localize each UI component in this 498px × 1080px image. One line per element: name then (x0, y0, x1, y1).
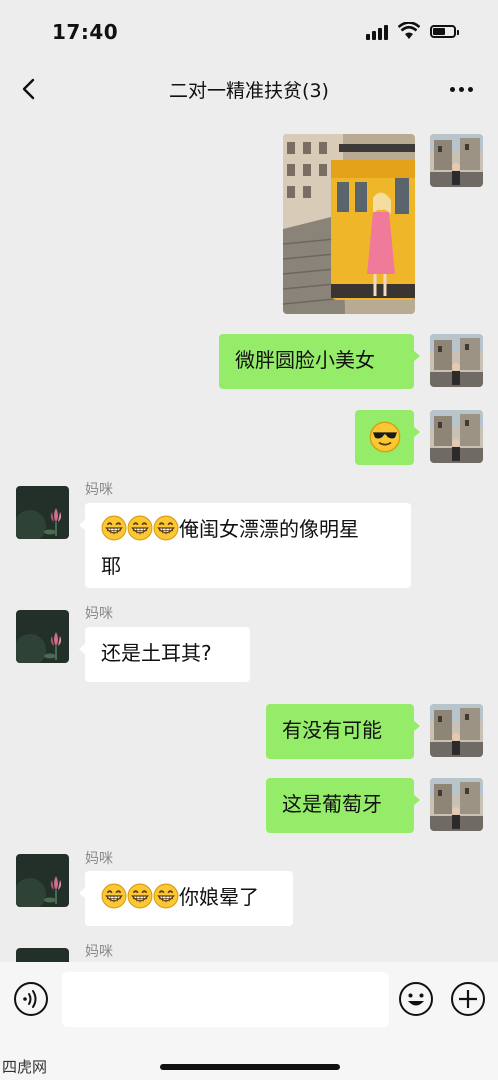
incoming-message[interactable]: 还是土耳其? (79, 627, 250, 682)
cellular-signal-icon (366, 24, 390, 40)
more-options-button[interactable] (444, 80, 478, 98)
grin-emoji-icon (127, 883, 153, 918)
status-bar: 17:40 (0, 0, 498, 66)
message-text: 这是葡萄牙 (282, 792, 382, 816)
watermark: 四虎网 (2, 1058, 48, 1076)
grin-emoji-icon (153, 883, 179, 918)
plus-icon (451, 982, 485, 1016)
sender-name: 妈咪 (85, 482, 113, 498)
message-text: 还是土耳其? (101, 641, 212, 665)
image-message[interactable] (283, 134, 415, 314)
sender-name: 妈咪 (85, 944, 113, 960)
nav-bar: 二对一精准扶贫(3) (0, 66, 498, 112)
message-text: 俺闺女漂漂的像明星 (179, 517, 359, 541)
status-time: 17:40 (52, 20, 119, 44)
sunglasses-emoji-icon (369, 421, 401, 453)
incoming-message[interactable]: 俺闺女漂漂的像明星 耶 (79, 503, 411, 588)
input-bar (0, 962, 498, 1080)
grin-emoji-icon (101, 515, 127, 550)
voice-icon (14, 982, 48, 1016)
contact-avatar[interactable] (16, 486, 69, 539)
emoji-button[interactable] (398, 981, 434, 1017)
photo-thumbnail (283, 134, 415, 314)
grin-emoji-icon (153, 515, 179, 550)
smiley-icon (399, 982, 433, 1016)
contact-avatar[interactable] (16, 854, 69, 907)
message-text: 耶 (101, 554, 121, 578)
message-input[interactable] (62, 972, 389, 1027)
voice-input-button[interactable] (13, 981, 49, 1017)
my-avatar[interactable] (430, 778, 483, 831)
grin-emoji-icon (127, 515, 153, 550)
home-indicator[interactable] (160, 1064, 340, 1070)
chat-title: 二对一精准扶贫(3) (169, 80, 329, 102)
message-text: 你娘晕了 (179, 885, 259, 909)
outgoing-emoji-message[interactable] (355, 410, 420, 465)
incoming-message[interactable]: 你娘晕了 (79, 871, 293, 926)
wifi-icon (397, 21, 421, 40)
my-avatar[interactable] (430, 704, 483, 757)
contact-avatar[interactable] (16, 610, 69, 663)
more-actions-button[interactable] (450, 981, 486, 1017)
message-text: 有没有可能 (282, 718, 382, 742)
battery-icon (430, 25, 459, 38)
my-avatar[interactable] (430, 134, 483, 187)
contact-avatar[interactable] (16, 948, 69, 962)
sender-name: 妈咪 (85, 851, 113, 867)
outgoing-message[interactable]: 有没有可能 (266, 704, 420, 759)
grin-emoji-icon (101, 883, 127, 918)
outgoing-message[interactable]: 微胖圆脸小美女 (219, 334, 420, 389)
chat-messages[interactable]: 微胖圆脸小美女 妈咪 俺闺女漂漂的像明星 耶 妈咪 还是土耳其? 有没有可能 这… (0, 112, 498, 962)
message-text: 微胖圆脸小美女 (235, 348, 375, 372)
outgoing-message[interactable]: 这是葡萄牙 (266, 778, 420, 833)
sender-name: 妈咪 (85, 606, 113, 622)
my-avatar[interactable] (430, 410, 483, 463)
my-avatar[interactable] (430, 334, 483, 387)
